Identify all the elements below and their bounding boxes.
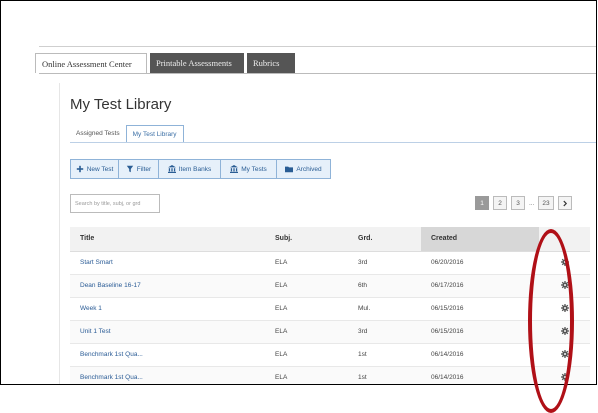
created-cell: 06/17/2016 <box>421 274 539 298</box>
grade-cell: 6th <box>348 274 421 298</box>
item-banks-button[interactable]: Item Banks <box>158 159 221 179</box>
subject-cell: ELA <box>265 251 348 275</box>
table-row: Start Smart ELA 3rd 06/20/2016 <box>70 251 590 275</box>
subject-cell: ELA <box>265 297 348 321</box>
grade-cell: 1st <box>348 343 421 367</box>
test-library-table: Title Subj. Grd. Created Start Smart ELA… <box>70 227 590 384</box>
grade-cell: 3rd <box>348 320 421 344</box>
my-tests-label: My Tests <box>241 165 267 173</box>
tab-my-test-library[interactable]: My Test Library <box>125 125 184 143</box>
column-header-created[interactable]: Created <box>421 227 539 252</box>
test-title-link[interactable]: Benchmark 1st Qua... <box>70 366 265 384</box>
sub-tabs: Assigned Tests My Test Library <box>70 125 184 143</box>
created-cell: 06/15/2016 <box>421 297 539 321</box>
created-cell: 06/15/2016 <box>421 320 539 344</box>
test-title-link[interactable]: Unit 1 Test <box>70 320 265 344</box>
subtab-divider <box>70 142 596 143</box>
test-title-link[interactable]: Benchmark 1st Qua... <box>70 343 265 367</box>
column-header-subj[interactable]: Subj. <box>265 227 348 252</box>
gear-icon[interactable] <box>560 280 569 289</box>
subject-cell: ELA <box>265 343 348 367</box>
screenshot-frame: Online Assessment Center Printable Asses… <box>0 0 597 385</box>
created-cell: 06/20/2016 <box>421 251 539 275</box>
gear-icon[interactable] <box>560 303 569 312</box>
archived-label: Archived <box>296 165 322 173</box>
item-banks-label: Item Banks <box>178 165 212 173</box>
gear-icon[interactable] <box>560 349 569 358</box>
column-header-actions <box>539 227 590 252</box>
page-title: My Test Library <box>70 96 172 113</box>
gear-icon[interactable] <box>560 257 569 266</box>
gear-icon[interactable] <box>560 326 569 335</box>
tabstrip-divider <box>39 73 596 74</box>
grade-cell: 3rd <box>348 251 421 275</box>
my-tests-button[interactable]: My Tests <box>220 159 277 179</box>
bank-icon <box>167 165 176 173</box>
filter-label: Filter <box>136 165 152 173</box>
tab-printable-assessments[interactable]: Printable Assessments <box>150 53 244 73</box>
created-cell: 06/14/2016 <box>421 366 539 384</box>
search-input[interactable] <box>70 194 160 213</box>
table-row: Dean Baseline 16-17 ELA 6th 06/17/2016 <box>70 274 590 298</box>
filter-icon <box>126 165 133 173</box>
main-nav-tabs: Online Assessment Center Printable Asses… <box>35 53 298 73</box>
header-divider <box>39 46 596 47</box>
toolbar: New Test Filter Item Banks My Tests Arch… <box>70 159 331 179</box>
table-row: Benchmark 1st Qua... ELA 1st 06/14/2016 <box>70 343 590 367</box>
page-button-1[interactable]: 1 <box>475 196 489 210</box>
created-cell: 06/14/2016 <box>421 343 539 367</box>
grade-cell: Mul. <box>348 297 421 321</box>
chevron-right-icon <box>563 200 567 206</box>
new-test-label: New Test <box>86 165 114 173</box>
column-header-title[interactable]: Title <box>70 227 265 252</box>
table-row: Week 1 ELA Mul. 06/15/2016 <box>70 297 590 321</box>
tab-rubrics[interactable]: Rubrics <box>247 53 295 73</box>
subject-cell: ELA <box>265 320 348 344</box>
column-header-grd[interactable]: Grd. <box>348 227 421 252</box>
subject-cell: ELA <box>265 274 348 298</box>
table-row: Benchmark 1st Qua... ELA 1st 06/14/2016 <box>70 366 590 384</box>
filter-button[interactable]: Filter <box>118 159 159 179</box>
pagination-ellipsis: ... <box>529 199 535 207</box>
test-title-link[interactable]: Dean Baseline 16-17 <box>70 274 265 298</box>
page-button-3[interactable]: 3 <box>511 196 525 210</box>
new-test-button[interactable]: New Test <box>70 159 119 179</box>
test-title-link[interactable]: Week 1 <box>70 297 265 321</box>
test-title-link[interactable]: Start Smart <box>70 251 265 275</box>
tab-assigned-tests[interactable]: Assigned Tests <box>70 125 126 143</box>
plus-icon <box>76 165 83 173</box>
page-button-2[interactable]: 2 <box>493 196 507 210</box>
table-header-row: Title Subj. Grd. Created <box>70 227 590 252</box>
page-button-last[interactable]: 23 <box>538 196 554 210</box>
archived-button[interactable]: Archived <box>276 159 331 179</box>
tab-online-assessment-center[interactable]: Online Assessment Center <box>35 53 147 73</box>
folder-icon <box>285 166 294 173</box>
table-row: Unit 1 Test ELA 3rd 06/15/2016 <box>70 320 590 344</box>
gear-icon[interactable] <box>560 372 569 381</box>
subject-cell: ELA <box>265 366 348 384</box>
next-page-button[interactable] <box>557 196 572 210</box>
pagination: 1 2 3 ... 23 <box>475 196 572 210</box>
bank-icon <box>230 165 239 173</box>
grade-cell: 1st <box>348 366 421 384</box>
